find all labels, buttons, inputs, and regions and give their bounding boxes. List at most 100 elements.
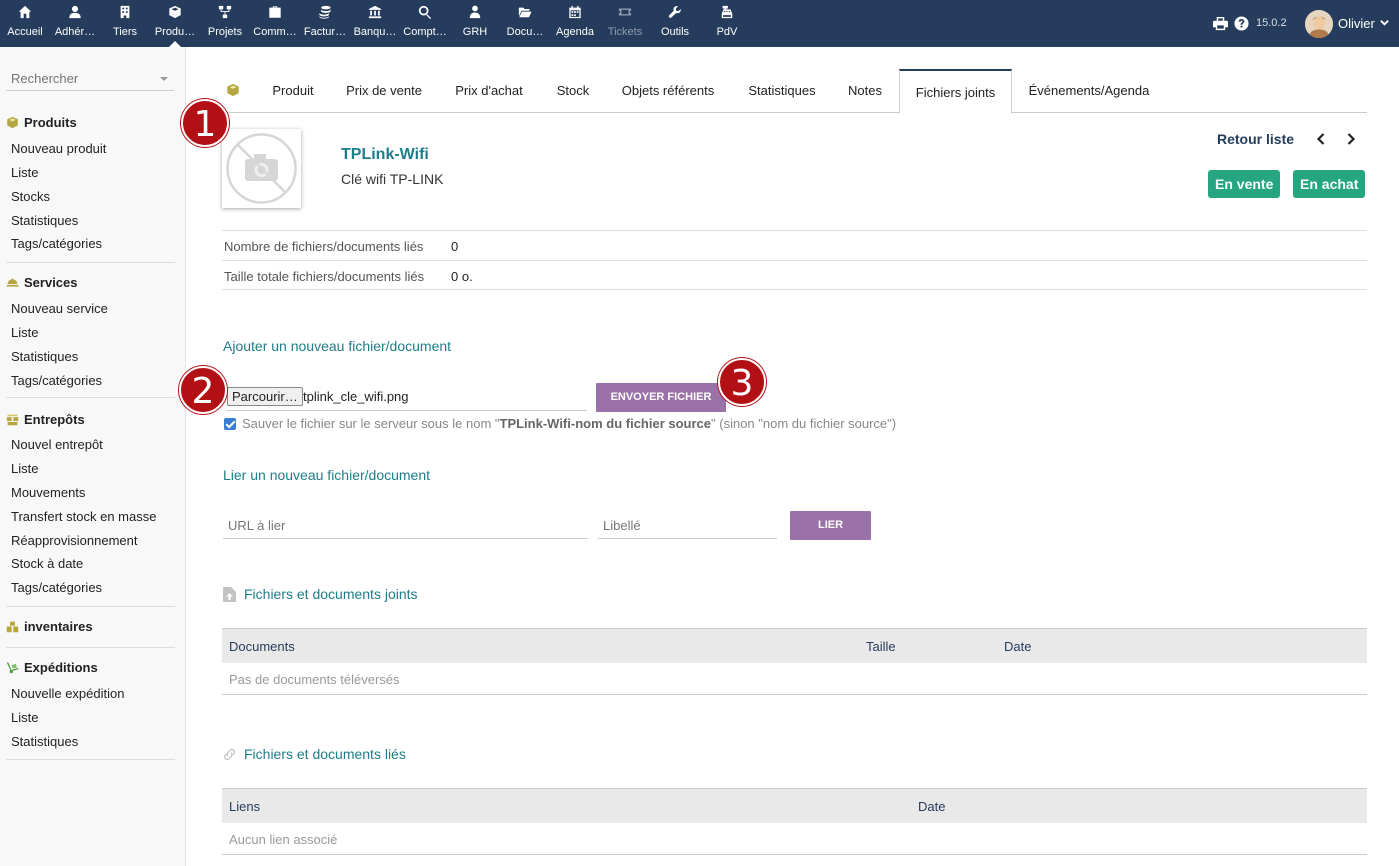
print-icon[interactable] [1213,16,1228,34]
top-navigation-bar: Accueil Adhér… Tiers Produ… Projets Comm… [0,0,1399,47]
user-icon [69,5,81,19]
sidebar-item-liste-entrepots[interactable]: Liste [11,461,38,476]
tab-objets-referents[interactable]: Objets référents [612,69,724,113]
no-photo-icon [226,133,297,204]
url-field[interactable] [223,511,588,540]
tab-fichiers-joints[interactable]: Fichiers joints [899,69,1012,114]
tab-stock[interactable]: Stock [544,69,602,113]
column-date[interactable]: Date [918,799,945,814]
browse-button[interactable]: Parcourir… [227,387,303,406]
folder-open-icon [518,7,532,18]
user-tie-icon [469,5,481,19]
calendar-icon [569,5,581,19]
column-liens[interactable]: Liens [229,799,260,814]
nav-accueil[interactable]: Accueil [0,0,50,47]
sidebar-item-stocks[interactable]: Stocks [11,189,50,204]
sidebar-title-expeditions[interactable]: Expéditions [6,660,98,675]
sidebar-item-tags-produits[interactable]: Tags/catégories [11,236,102,251]
sidebar-title-entrepots[interactable]: Entrepôts [6,412,85,427]
chevron-down-icon[interactable] [1379,16,1390,31]
help-icon[interactable] [1234,16,1249,34]
save-with-name-option[interactable]: Sauver le fichier sur le serveur sous le… [224,416,896,431]
annotation-marker-2: 2 [179,366,227,414]
sidebar-item-liste-services[interactable]: Liste [11,325,38,340]
sidebar-item-reapprovisionnement[interactable]: Réapprovisionnement [11,533,137,548]
save-name-checkbox[interactable] [224,417,236,430]
file-upload-icon [223,586,236,602]
url-input[interactable] [223,511,588,540]
sidebar-item-statistiques-services[interactable]: Statistiques [11,349,78,364]
product-label: Clé wifi TP-LINK [341,171,444,187]
dropdown-arrow-icon[interactable] [160,77,168,81]
annotation-marker-3: 3 [718,358,766,406]
empty-message: Pas de documents téléversés [229,672,400,687]
nav-produits[interactable]: Produ… [150,0,200,47]
link-section-title: Lier un nouveau fichier/document [223,467,431,483]
tab-notes[interactable]: Notes [839,69,891,113]
sidebar-item-liste-expeditions[interactable]: Liste [11,710,38,725]
nav-tiers[interactable]: Tiers [100,0,150,47]
link-button[interactable]: LIER [790,511,871,540]
sidebar-item-statistiques-expeditions[interactable]: Statistiques [11,734,78,749]
table-header: Documents Taille Date [222,628,1367,663]
avatar[interactable] [1305,10,1333,38]
sidebar: Produits Nouveau produit Liste Stocks St… [0,47,186,866]
nav-documents[interactable]: Docu… [500,0,550,47]
cube-icon[interactable] [226,83,240,100]
sidebar-item-nouvelle-expedition[interactable]: Nouvelle expédition [11,686,124,701]
chevron-right-icon[interactable] [1345,132,1357,149]
column-taille[interactable]: Taille [866,639,896,654]
attached-files-title: Fichiers et documents joints [223,586,418,602]
save-name-label: Sauver le fichier sur le serveur sous le… [242,416,897,431]
sidebar-item-liste-produits[interactable]: Liste [11,165,38,180]
sidebar-item-mouvements[interactable]: Mouvements [11,485,85,500]
column-documents[interactable]: Documents [229,639,295,654]
column-date[interactable]: Date [1004,639,1031,654]
nav-agenda[interactable]: Agenda [550,0,600,47]
nav-adherents[interactable]: Adhér… [50,0,100,47]
nav-commercial[interactable]: Comm… [250,0,300,47]
back-to-list-link[interactable]: Retour liste [1217,131,1294,147]
nav-comptabilite[interactable]: Compt… [400,0,450,47]
sidebar-item-transfert-stock[interactable]: Transfert stock en masse [11,509,156,524]
nav-grh[interactable]: GRH [450,0,500,47]
table-row: Pas de documents téléversés [222,663,1367,695]
search-input[interactable] [6,67,156,90]
nav-pdv[interactable]: PdV [702,0,752,47]
tab-prix-d-achat[interactable]: Prix d'achat [444,69,534,113]
sidebar-item-nouvel-entrepot[interactable]: Nouvel entrepôt [11,437,103,452]
sidebar-item-stock-a-date[interactable]: Stock à date [11,556,83,571]
nav-banque[interactable]: Banqu… [350,0,400,47]
nav-projets[interactable]: Projets [200,0,250,47]
status-badge-en-vente: En vente [1208,170,1281,198]
file-upload-field[interactable]: Parcourir… tplink_cle_wifi.png [226,383,587,411]
nav-outils[interactable]: Outils [650,0,700,47]
empty-message: Aucun lien associé [229,832,338,847]
sidebar-item-tags-services[interactable]: Tags/catégories [11,373,102,388]
tab-prix-de-vente[interactable]: Prix de vente [334,69,434,113]
tab-produit[interactable]: Produit [258,69,328,113]
user-name[interactable]: Olivier [1338,16,1375,31]
status-badge-en-achat: En achat [1293,170,1366,198]
sidebar-title-produits[interactable]: Produits [6,115,77,130]
chevron-left-icon[interactable] [1315,132,1327,149]
sidebar-title-services[interactable]: Services [6,275,78,290]
tab-statistiques[interactable]: Statistiques [736,69,828,113]
concierge-bell-icon [6,278,19,287]
nav-facturation[interactable]: Factur… [300,0,350,47]
sidebar-divider [6,606,175,607]
nav-tickets[interactable]: Tickets [600,0,650,47]
sidebar-item-nouveau-service[interactable]: Nouveau service [11,301,108,316]
sidebar-title-inventaires[interactable]: inventaires [6,619,93,634]
label-field[interactable] [598,511,777,540]
sidebar-item-statistiques-produits[interactable]: Statistiques [11,213,78,228]
cube-icon [7,116,18,129]
send-file-button[interactable]: ENVOYER FICHIER [596,383,726,412]
sidebar-item-nouveau-produit[interactable]: Nouveau produit [11,141,106,156]
sidebar-search[interactable] [6,67,174,91]
linked-files-table: Liens Date Aucun lien associé [222,788,1367,855]
tab-evenements-agenda[interactable]: Événements/Agenda [1022,69,1156,113]
label-input[interactable] [598,511,777,540]
product-photo-placeholder[interactable] [222,129,301,208]
sidebar-item-tags-entrepots[interactable]: Tags/catégories [11,580,102,595]
